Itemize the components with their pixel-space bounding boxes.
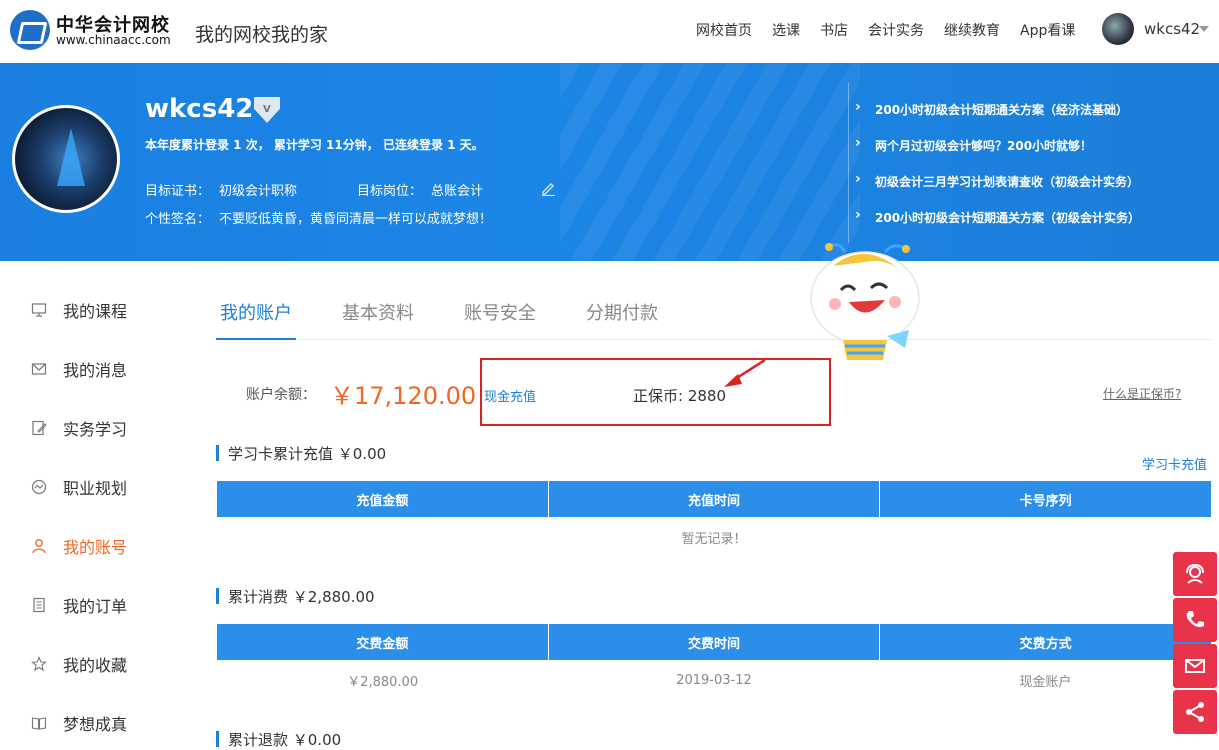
spend-table: 交费金额 交费时间 交费方式 ￥2,880.00 2019-03-12 现金账户 bbox=[217, 624, 1211, 700]
col-pay-amount: 交费金额 bbox=[217, 624, 549, 660]
profile-banner: wkcs42 V 本年度累计登录 1 次， 累计学习 11分钟， 已连续登录 1… bbox=[0, 63, 1219, 261]
col-amount: 充值金额 bbox=[217, 481, 549, 517]
news-list: 200小时初级会计短期通关方案（经济法基础） 两个月过初级会计够吗？200小时就… bbox=[848, 83, 1219, 243]
sidebar-item-favorites[interactable]: 我的收藏 bbox=[30, 652, 127, 676]
card-recharge-table: 充值金额 充值时间 卡号序列 暂无记录！ bbox=[217, 481, 1211, 557]
profile-username: wkcs42 bbox=[145, 94, 254, 124]
vip-badge-letter: V bbox=[263, 104, 271, 115]
customer-service-button[interactable] bbox=[1173, 552, 1217, 596]
sidebar-item-label: 我的消息 bbox=[63, 361, 128, 380]
sidebar-item-label: 梦想成真 bbox=[63, 715, 128, 734]
email-button[interactable] bbox=[1173, 644, 1217, 688]
phone-button[interactable] bbox=[1173, 598, 1217, 642]
chinaacc-logo-icon[interactable] bbox=[10, 10, 50, 50]
table-cell: 2019-03-12 bbox=[676, 672, 752, 688]
edit-doc-icon bbox=[30, 419, 48, 437]
tab-divider bbox=[216, 339, 1211, 340]
sidebar-item-my-orders[interactable]: 我的订单 bbox=[30, 593, 127, 617]
monitor-icon bbox=[30, 301, 48, 319]
sidebar-item-label: 我的订单 bbox=[63, 597, 128, 616]
document-icon bbox=[30, 596, 48, 614]
nav-courses[interactable]: 选课 bbox=[772, 20, 800, 40]
sidebar-item-label: 我的课程 bbox=[63, 302, 128, 321]
sidebar-item-label: 我的账号 bbox=[63, 538, 128, 557]
balance-label: 账户余额： bbox=[246, 387, 316, 403]
top-navbar: 中华会计网校 www.chinaacc.com 我的网校我的家 网校首页 选课 … bbox=[0, 0, 1219, 63]
balance-value: ￥17,120.00 bbox=[330, 382, 477, 410]
col-card-serial: 卡号序列 bbox=[879, 481, 1211, 517]
news-item[interactable]: 200小时初级会计短期通关方案（初级会计实务） bbox=[855, 207, 1140, 226]
envelope-icon bbox=[30, 360, 48, 378]
news-item[interactable]: 200小时初级会计短期通关方案（经济法基础） bbox=[855, 99, 1128, 118]
sidebar-item-my-account[interactable]: 我的账号 bbox=[30, 534, 127, 558]
sidebar-item-dreams[interactable]: 梦想成真 bbox=[30, 711, 127, 735]
target-post-label: 目标岗位： bbox=[357, 184, 423, 199]
tab-installment[interactable]: 分期付款 bbox=[586, 299, 658, 325]
nav-continuing-education[interactable]: 继续教育 bbox=[944, 20, 1000, 40]
news-item[interactable]: 两个月过初级会计够吗？200小时就够！ bbox=[855, 135, 1092, 154]
nav-app-courses[interactable]: App看课 bbox=[1020, 20, 1075, 40]
col-pay-time: 交费时间 bbox=[548, 624, 881, 660]
sidebar-item-my-courses[interactable]: 我的课程 bbox=[30, 298, 127, 322]
user-menu-name[interactable]: wkcs42 bbox=[1144, 20, 1200, 38]
sidebar-item-career[interactable]: 职业规划 bbox=[30, 475, 127, 499]
news-item[interactable]: 初级会计三月学习计划表请查收（初级会计实务） bbox=[855, 171, 1139, 190]
pencil-icon[interactable] bbox=[540, 180, 556, 196]
table-cell: 现金账户 bbox=[1019, 674, 1072, 690]
target-cert-label: 目标证书： bbox=[145, 184, 211, 199]
target-post-value: 总账会计 bbox=[431, 184, 484, 199]
chevron-down-icon[interactable] bbox=[1199, 26, 1209, 32]
nav-accounting-practice[interactable]: 会计实务 bbox=[868, 20, 924, 40]
empty-message: 暂无记录！ bbox=[681, 531, 747, 547]
tab-account-security[interactable]: 账号安全 bbox=[464, 299, 536, 325]
what-is-coin-link[interactable]: 什么是正保币? bbox=[1103, 385, 1181, 402]
sidebar-item-label: 我的收藏 bbox=[63, 656, 128, 675]
refund-title: 累计退款 ￥0.00 bbox=[216, 729, 341, 750]
signature-label: 个性签名： bbox=[145, 212, 211, 227]
main-nav: 网校首页 选课 书店 会计实务 继续教育 App看课 bbox=[696, 20, 1095, 40]
banner-decoration bbox=[560, 63, 860, 261]
nav-home[interactable]: 网校首页 bbox=[696, 20, 752, 40]
headset-icon bbox=[1186, 563, 1204, 584]
col-pay-method: 交费方式 bbox=[879, 624, 1211, 660]
profile-avatar[interactable] bbox=[12, 105, 120, 213]
book-icon bbox=[30, 714, 48, 732]
spend-title: 累计消费 ￥2,880.00 bbox=[216, 586, 375, 607]
chart-circle-icon bbox=[30, 478, 48, 496]
nav-bookstore[interactable]: 书店 bbox=[820, 20, 848, 40]
share-icon bbox=[1186, 702, 1204, 722]
vip-badge-icon: V bbox=[254, 97, 280, 123]
target-cert-value: 初级会计职称 bbox=[219, 184, 298, 199]
col-time: 充值时间 bbox=[548, 481, 881, 517]
sidebar-item-label: 职业规划 bbox=[63, 479, 128, 498]
sidebar-item-practice[interactable]: 实务学习 bbox=[30, 416, 127, 440]
share-button[interactable] bbox=[1173, 690, 1217, 734]
login-stats: 本年度累计登录 1 次， 累计学习 11分钟， 已连续登录 1 天。 bbox=[145, 138, 484, 152]
card-recharge-link[interactable]: 学习卡充值 bbox=[1142, 454, 1207, 473]
tab-basic-info[interactable]: 基本资料 bbox=[342, 299, 414, 325]
sidebar-item-my-messages[interactable]: 我的消息 bbox=[30, 357, 127, 381]
arrow-annotation-icon bbox=[724, 358, 766, 387]
highlight-box bbox=[480, 358, 831, 426]
logo-url[interactable]: www.chinaacc.com bbox=[56, 33, 171, 47]
signature-value: 不要贬低黄昏，黄昏同清晨一样可以成就梦想！ bbox=[219, 212, 493, 227]
active-tab-indicator bbox=[216, 338, 296, 340]
avatar[interactable] bbox=[1102, 13, 1134, 45]
page-slogan: 我的网校我的家 bbox=[195, 24, 329, 46]
tab-my-account[interactable]: 我的账户 bbox=[220, 299, 292, 325]
mascot-illustration bbox=[810, 243, 920, 360]
user-icon bbox=[30, 537, 48, 555]
card-recharge-title: 学习卡累计充值 ￥0.00 bbox=[216, 443, 386, 464]
star-icon bbox=[30, 655, 48, 673]
phone-icon bbox=[1186, 611, 1204, 627]
envelope-icon bbox=[1185, 659, 1205, 673]
sidebar-item-label: 实务学习 bbox=[63, 420, 128, 439]
table-cell: ￥2,880.00 bbox=[347, 674, 419, 690]
table-row: ￥2,880.00 2019-03-12 现金账户 bbox=[217, 660, 1211, 700]
